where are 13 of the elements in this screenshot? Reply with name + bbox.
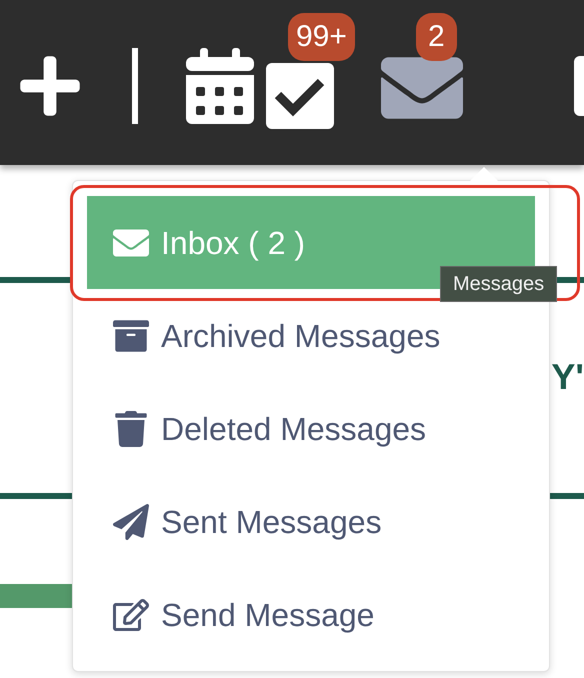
toolbar-icon[interactable] — [574, 56, 584, 116]
count-badge: 2 — [416, 12, 457, 60]
checkbox-icon — [266, 62, 334, 128]
tasks-button[interactable]: 99+ — [262, 12, 372, 128]
calendar-icon — [186, 48, 254, 124]
count-badge: 99+ — [288, 12, 355, 60]
archive-box-icon — [113, 318, 149, 354]
edit-icon — [113, 596, 149, 632]
trash-icon — [113, 410, 149, 446]
heading-text: Y' — [551, 355, 584, 399]
tooltip: Messages — [440, 266, 558, 302]
paper-plane-icon — [113, 504, 149, 540]
messages-button[interactable]: 2 — [372, 12, 472, 128]
